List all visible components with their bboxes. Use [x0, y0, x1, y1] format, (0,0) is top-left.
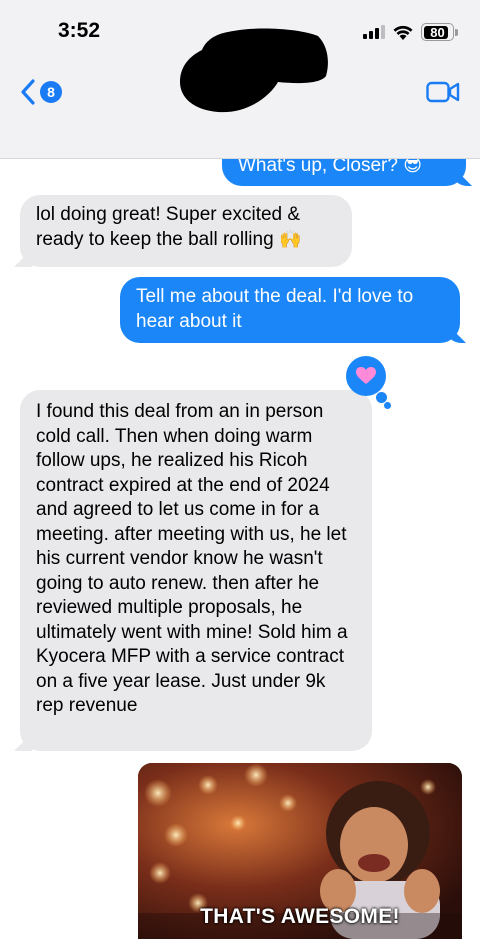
cellular-signal-icon	[363, 25, 385, 39]
heart-icon	[356, 367, 376, 384]
message-bubble-outgoing[interactable]: Tell me about the deal. I'd love to hear…	[120, 277, 460, 343]
message-text: Tell me about the deal. I'd love to hear…	[136, 286, 414, 332]
redacted-contact[interactable]	[178, 26, 333, 116]
status-icons: 80	[363, 20, 458, 44]
message-bubble-incoming[interactable]: I found this deal from an in person cold…	[20, 390, 372, 751]
message-text: lol doing great! Super excited & ready t…	[36, 204, 301, 250]
message-text: I found this deal from an in person cold…	[36, 401, 348, 716]
conversation-header: 3:52 80 8	[0, 0, 480, 159]
reaction-tail-dot	[384, 402, 391, 409]
back-button[interactable]: 8	[20, 78, 62, 106]
battery-level: 80	[430, 24, 445, 40]
message-bubble-incoming[interactable]: lol doing great! Super excited & ready t…	[20, 195, 352, 267]
gif-image[interactable]: THAT'S AWESOME!	[138, 763, 462, 939]
heart-reaction[interactable]	[346, 356, 386, 396]
status-time: 3:52	[58, 19, 101, 42]
unread-count-badge: 8	[40, 81, 62, 103]
battery-icon: 80	[421, 23, 454, 41]
raised-hands-emoji: 🙌	[278, 228, 302, 250]
gif-caption: THAT'S AWESOME!	[200, 905, 400, 928]
facetime-video-button[interactable]	[426, 80, 460, 104]
wifi-icon	[393, 25, 413, 40]
chevron-left-icon	[21, 79, 35, 105]
